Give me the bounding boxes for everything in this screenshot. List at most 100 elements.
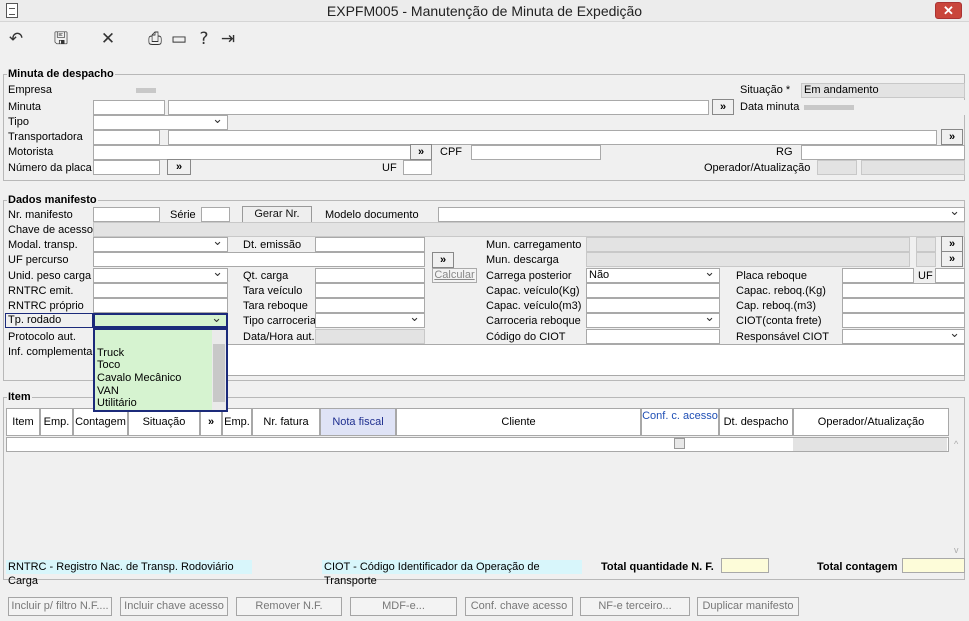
protocolo-label: Protocolo aut. (8, 331, 76, 343)
option-toco[interactable]: Toco (97, 359, 120, 371)
dt-emissao-field[interactable] (315, 237, 425, 252)
modelo-documento-select[interactable] (438, 207, 965, 222)
remover-nf-button[interactable]: Remover N.F. (236, 597, 342, 616)
conf-chave-acesso-button[interactable]: Conf. chave acesso (465, 597, 573, 616)
rntrc-emit-label: RNTRC emit. (8, 285, 74, 297)
calcular-button[interactable]: Calcular (432, 268, 477, 283)
dropdown-scroll-thumb[interactable] (213, 344, 225, 402)
modal-transp-select[interactable] (93, 237, 228, 252)
cap-reboq-m3-label: Cap. reboq.(m3) (736, 300, 817, 312)
col-emp-2[interactable]: Emp. (222, 408, 252, 436)
option-cavalo-mecanico[interactable]: Cavalo Mecânico (97, 372, 181, 384)
mun-carregamento-expand-button[interactable]: » (941, 236, 963, 252)
tara-reboque-field[interactable] (315, 298, 425, 313)
print-icon[interactable]: ⎙ (144, 28, 166, 50)
unid-peso-select[interactable] (93, 268, 228, 283)
incluir-filtro-nf-button[interactable]: Incluir p/ filtro N.F.... (8, 597, 112, 616)
placa-reboque-field[interactable] (842, 268, 914, 283)
motorista-field[interactable] (93, 145, 413, 160)
nfe-terceiro-button[interactable]: NF-e terceiro... (580, 597, 690, 616)
col-dt-despacho[interactable]: Dt. despacho (719, 408, 793, 436)
capac-reboq-kg-field[interactable] (842, 283, 965, 298)
rg-field[interactable] (801, 145, 965, 160)
col-expand[interactable]: » (200, 408, 222, 436)
placa-expand-button[interactable]: » (167, 159, 191, 175)
total-qtd-nf-label: Total quantidade N. F. (601, 561, 714, 573)
carroceria-reboque-label: Carroceria reboque (486, 315, 581, 327)
col-emp[interactable]: Emp. (40, 408, 73, 436)
carroceria-reboque-select[interactable] (586, 313, 720, 328)
uf-label: UF (382, 162, 397, 174)
scroll-down-icon[interactable]: v (954, 545, 959, 555)
help-icon[interactable]: ? (193, 28, 215, 50)
mun-carregamento-field (586, 237, 910, 252)
mun-descarga-expand-button[interactable]: » (941, 251, 963, 267)
responsavel-ciot-select[interactable] (842, 329, 965, 344)
tp-rodado-dropdown-list[interactable]: Truck Toco Cavalo Mecânico VAN Utilitári… (93, 328, 228, 412)
option-van[interactable]: VAN (97, 385, 119, 397)
uf-percurso-field[interactable] (93, 252, 425, 267)
rntrc-proprio-field[interactable] (93, 298, 228, 313)
rntrc-emit-field[interactable] (93, 283, 228, 298)
minuta-description-field[interactable] (168, 100, 709, 115)
tp-rodado-select[interactable] (93, 313, 228, 328)
nr-manifesto-field[interactable] (93, 207, 160, 222)
placa-field[interactable] (93, 160, 160, 175)
scroll-up-icon[interactable]: ^ (954, 439, 958, 449)
option-utilitario[interactable]: Utilitário (97, 397, 137, 409)
tara-veiculo-field[interactable] (315, 283, 425, 298)
motorista-expand-button[interactable]: » (410, 144, 432, 160)
transportadora-name-field[interactable] (168, 130, 937, 145)
col-situacao[interactable]: Situação (128, 408, 200, 436)
calendar-icon[interactable]: ▭ (168, 28, 190, 50)
transportadora-code-field[interactable] (93, 130, 160, 145)
situacao-field: Em andamento (801, 83, 965, 98)
unid-peso-label: Unid. peso carga (8, 270, 92, 282)
operador-cell (793, 438, 947, 451)
col-cliente[interactable]: Cliente (396, 408, 641, 436)
empresa-field[interactable] (93, 83, 160, 98)
uf-reboque-field[interactable] (935, 268, 965, 283)
incluir-chave-acesso-button[interactable]: Incluir chave acesso (120, 597, 228, 616)
col-contagem[interactable]: Contagem (73, 408, 128, 436)
minuta-number-field[interactable] (93, 100, 165, 115)
cancel-icon[interactable]: ✕ (97, 28, 119, 50)
col-conf-acesso[interactable]: Conf. c. acesso (641, 408, 719, 436)
save-icon[interactable]: 🖫 (50, 28, 72, 50)
tipo-carroceria-select[interactable] (315, 313, 425, 328)
ciot-conta-frete-field[interactable] (842, 313, 965, 328)
option-truck[interactable]: Truck (97, 347, 124, 359)
cap-reboq-m3-field[interactable] (842, 298, 965, 313)
col-item[interactable]: Item (6, 408, 40, 436)
exit-icon[interactable]: ⇥ (217, 28, 239, 50)
data-minuta-field[interactable] (801, 100, 965, 115)
cpf-field[interactable] (471, 145, 601, 160)
carrega-posterior-select[interactable]: Não (586, 268, 720, 283)
tipo-select[interactable] (93, 115, 228, 130)
codigo-ciot-field[interactable] (586, 329, 720, 344)
dropdown-scrollbar[interactable] (212, 330, 226, 410)
minuta-expand-button[interactable]: » (712, 99, 734, 115)
qt-carga-field[interactable] (315, 268, 425, 283)
gerar-nr-button[interactable]: Gerar Nr. (242, 206, 312, 223)
duplicar-manifesto-button[interactable]: Duplicar manifesto (697, 597, 799, 616)
col-nota-fiscal[interactable]: Nota fiscal (320, 408, 396, 436)
nr-manifesto-label: Nr. manifesto (8, 209, 73, 221)
col-operador[interactable]: Operador/Atualização (793, 408, 949, 436)
grid-scrollbar[interactable]: ^ v (952, 437, 964, 557)
uf-percurso-expand-button[interactable]: » (432, 252, 454, 268)
conf-acesso-checkbox[interactable] (674, 438, 685, 449)
capac-veiculo-m3-field[interactable] (586, 298, 720, 313)
capac-veiculo-kg-field[interactable] (586, 283, 720, 298)
transportadora-expand-button[interactable]: » (941, 129, 963, 145)
mdfe-button[interactable]: MDF-e... (350, 597, 457, 616)
ciot-conta-frete-label: CIOT(conta frete) (736, 315, 822, 327)
mun-descarga-field (586, 252, 910, 267)
undo-icon[interactable]: ↶ (5, 28, 27, 50)
rntrc-legend: RNTRC - Registro Nac. de Transp. Rodoviá… (6, 560, 252, 587)
serie-field[interactable] (201, 207, 230, 222)
modal-transp-label: Modal. transp. (8, 239, 78, 251)
close-button[interactable]: ✕ (935, 2, 962, 19)
col-nr-fatura[interactable]: Nr. fatura (252, 408, 320, 436)
uf-field[interactable] (403, 160, 432, 175)
